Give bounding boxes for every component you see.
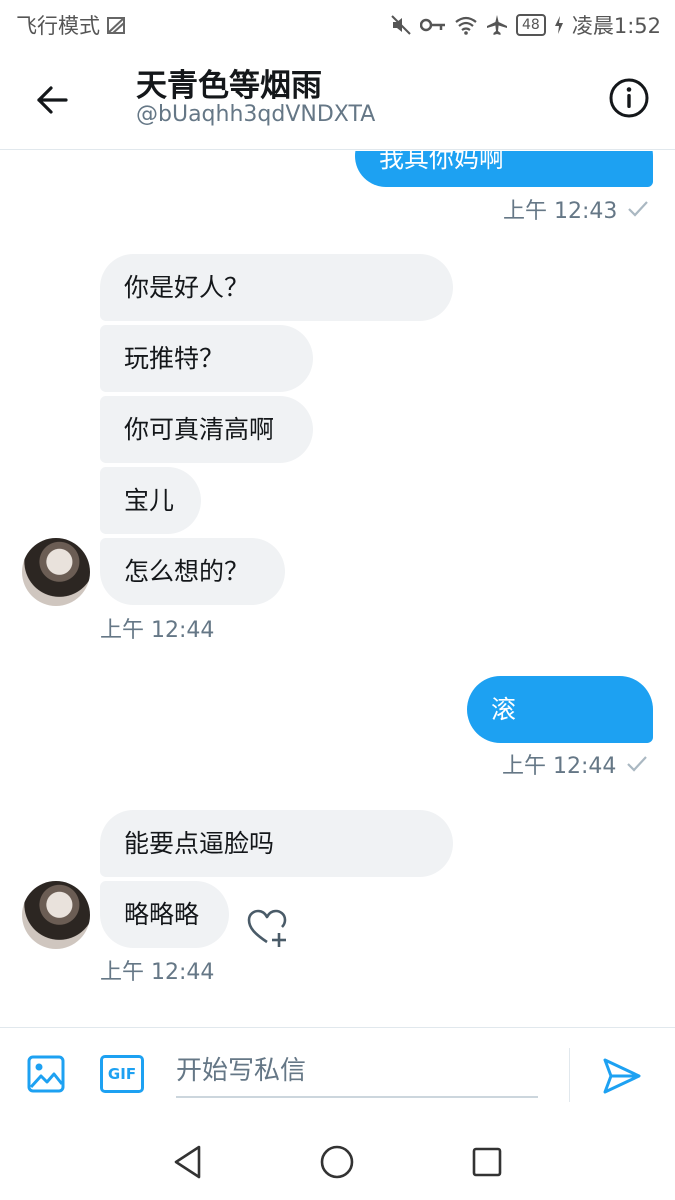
status-left: 飞行模式: [16, 10, 128, 40]
message-timestamp: 上午 12:44: [502, 748, 648, 780]
timestamp-text: 上午 12:43: [503, 199, 618, 224]
nav-home-button[interactable]: [315, 1140, 359, 1184]
read-check-icon: [626, 755, 648, 773]
mute-icon: [390, 14, 412, 36]
message-timestamp: 上午 12:44: [100, 612, 214, 644]
message-bubble-incoming[interactable]: 略略略: [100, 881, 229, 948]
message-bubble-outgoing[interactable]: 我其你妈啊: [355, 151, 653, 187]
message-timestamp: 上午 12:44: [100, 954, 214, 986]
avatar[interactable]: [22, 881, 90, 949]
nav-home-icon: [320, 1145, 354, 1179]
nav-recents-button[interactable]: [465, 1140, 509, 1184]
timestamp-text: 上午 12:44: [100, 960, 215, 985]
timestamp-text: 上午 12:44: [502, 754, 617, 779]
nav-recents-icon: [472, 1147, 502, 1177]
wifi-icon: [454, 15, 478, 35]
gif-button[interactable]: GIF: [100, 1055, 144, 1093]
composer-divider: [569, 1048, 570, 1102]
status-right: 48 凌晨1:52: [390, 10, 661, 40]
nav-back-icon: [174, 1145, 201, 1179]
message-bubble-incoming[interactable]: 你可真清高啊: [100, 396, 313, 463]
image-icon: [27, 1055, 65, 1093]
message-bubble-outgoing[interactable]: 滚: [467, 676, 653, 743]
system-nav-bar: [0, 1124, 675, 1200]
message-bubble-incoming[interactable]: 你是好人？: [100, 254, 453, 321]
airplane-icon: [486, 14, 508, 36]
media-button[interactable]: [24, 1052, 68, 1096]
contact-handle[interactable]: @bUaqhh3qdVNDXTA: [136, 102, 375, 127]
message-thread[interactable]: 我其你妈啊 上午 12:43 你是好人？ 玩推特？ 你可真清高啊 宝儿 怎么想的…: [0, 151, 675, 1027]
message-bubble-incoming[interactable]: 能要点逼脸吗: [100, 810, 453, 877]
message-timestamp: 上午 12:43: [503, 193, 649, 225]
charging-icon: [554, 16, 564, 34]
nav-back-button[interactable]: [166, 1140, 210, 1184]
message-bubble-incoming[interactable]: 玩推特？: [100, 325, 313, 392]
timestamp-text: 上午 12:44: [100, 618, 215, 643]
like-message-button[interactable]: [243, 903, 293, 953]
battery-icon: 48: [516, 14, 546, 36]
info-button[interactable]: [607, 76, 651, 120]
airplane-mode-label: 飞行模式: [16, 14, 100, 38]
status-time: 凌晨1:52: [571, 14, 661, 38]
vpn-key-icon: [420, 17, 446, 33]
message-input[interactable]: [176, 1046, 538, 1098]
send-button[interactable]: [600, 1054, 644, 1098]
read-check-icon: [627, 200, 649, 218]
back-button[interactable]: [30, 78, 74, 122]
message-composer: GIF: [0, 1027, 675, 1123]
status-bar: 飞行模式 48 凌晨1:52: [0, 0, 675, 46]
back-arrow-icon: [37, 86, 68, 114]
conversation-header: 天青色等烟雨 @bUaqhh3qdVNDXTA: [0, 46, 675, 150]
send-icon: [603, 1058, 641, 1094]
contact-name[interactable]: 天青色等烟雨: [136, 60, 322, 105]
info-icon: [609, 78, 649, 118]
avatar[interactable]: [22, 538, 90, 606]
no-sim-icon: [106, 15, 128, 35]
message-bubble-incoming[interactable]: 宝儿: [100, 467, 201, 534]
heart-plus-icon: [247, 909, 287, 947]
message-bubble-incoming[interactable]: 怎么想的？: [100, 538, 285, 605]
